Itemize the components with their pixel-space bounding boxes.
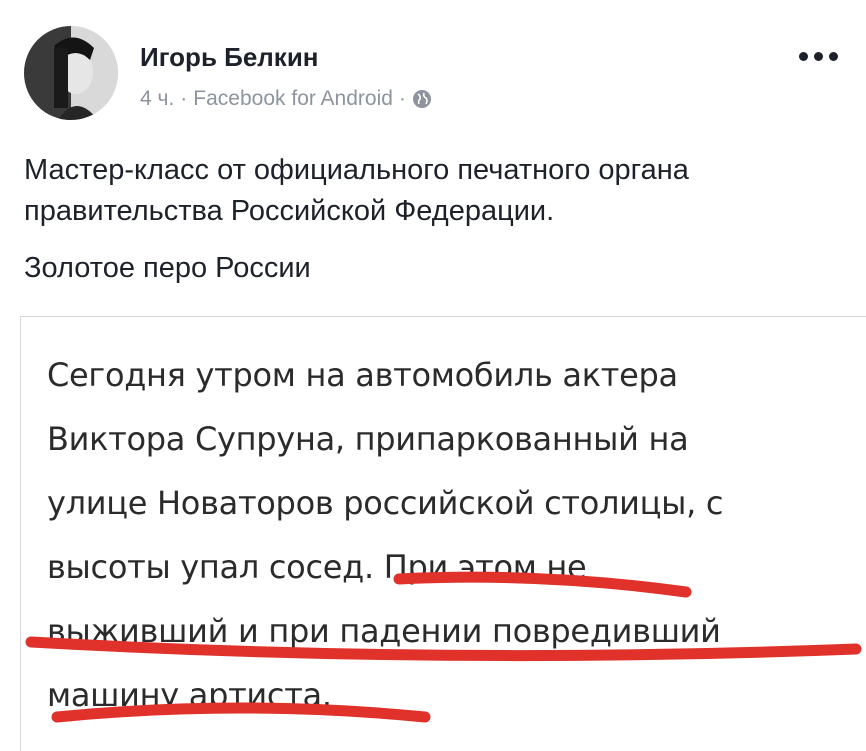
- image-text-line: выживший и при падении повредивший: [47, 612, 721, 650]
- meta-separator: ·: [398, 87, 406, 110]
- post-text-line: Мастер-класс от официального печатного о…: [24, 154, 689, 186]
- globe-icon: [412, 89, 432, 109]
- image-text: Сегодня утром на автомобиль актера Викто…: [47, 343, 847, 727]
- avatar[interactable]: [24, 26, 118, 120]
- avatar-photo: [24, 26, 118, 120]
- attached-image[interactable]: Сегодня утром на автомобиль актера Викто…: [20, 316, 866, 751]
- post-source[interactable]: Facebook for Android: [193, 87, 393, 111]
- ellipsis-icon: [799, 52, 808, 61]
- image-text-line: Виктора Супруна, припаркованный на: [47, 420, 689, 458]
- ellipsis-icon: [814, 52, 823, 61]
- post-time[interactable]: 4 ч.: [140, 87, 174, 111]
- meta-separator: ·: [180, 87, 188, 110]
- image-text-line: машину артиста.: [47, 676, 332, 714]
- post-text: Мастер-класс от официального печатного о…: [24, 150, 844, 289]
- post-meta: 4 ч. · Facebook for Android ·: [140, 87, 432, 111]
- post-text-line: правительства Российской Федерации.: [24, 195, 555, 227]
- post-signature: Золотое перо России: [24, 252, 311, 284]
- ellipsis-icon: [829, 52, 838, 61]
- more-options-button[interactable]: [799, 52, 838, 61]
- image-text-line: высоты упал сосед. При этом не: [47, 548, 587, 586]
- author-name[interactable]: Игорь Белкин: [140, 42, 319, 73]
- image-text-line: Сегодня утром на автомобиль актера: [47, 356, 678, 394]
- image-text-line: улице Новаторов российской столицы, с: [47, 484, 724, 522]
- facebook-post: Игорь Белкин 4 ч. · Facebook for Android…: [0, 0, 866, 751]
